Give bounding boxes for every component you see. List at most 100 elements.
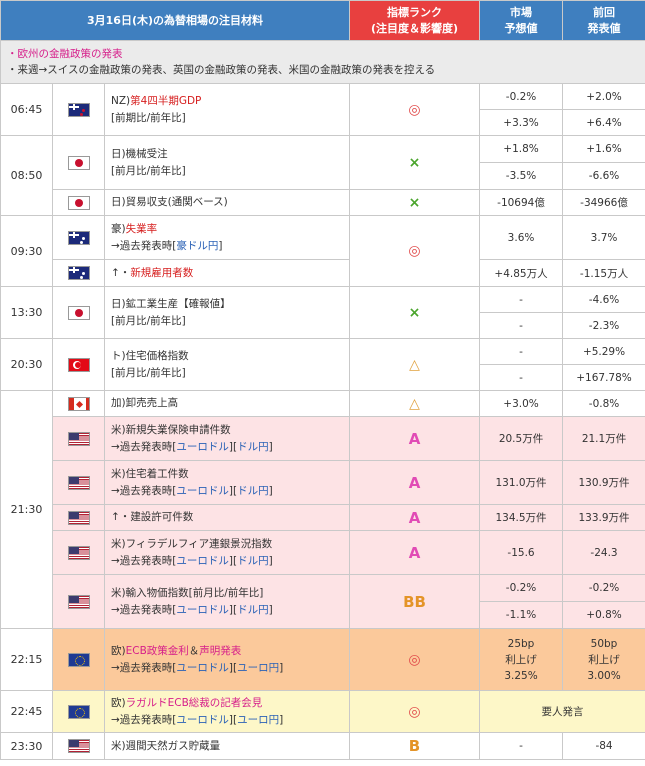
previous-value: 50bp 利上げ 3.00% [562, 628, 645, 691]
event-name: 日)機械受注 [111, 147, 168, 160]
forecast-value: - [479, 312, 564, 339]
past-link-usdjpy[interactable]: ドル円 [237, 485, 269, 497]
rank-mark: A [349, 416, 481, 461]
flag-eu-icon [67, 652, 90, 667]
flag-united-states-icon [67, 431, 90, 446]
rank-mark: BB [349, 574, 481, 629]
past-link-eurjpy[interactable]: ユーロ円 [237, 714, 279, 726]
event-link[interactable]: 失業率 [126, 223, 158, 235]
previous-value: +167.78% [562, 364, 645, 391]
flag-japan-icon [67, 195, 90, 210]
time-0850: 08:50 [0, 135, 53, 216]
header-forecast-line2: 予想値 [504, 21, 538, 35]
flag-cell [52, 135, 105, 190]
rank-mark: ◎ [349, 628, 481, 691]
event-nz-gdp: NZ)第4四半期GDP [前期比/前年比] [103, 83, 351, 136]
event-au-unemployment: 豪)失業率 →過去発表時[豪ドル円] [103, 215, 351, 260]
event-eu-ecb: 欧)ECB政策金利＆声明発表 →過去発表時[ユーロドル][ユーロ円] [103, 628, 351, 691]
rank-mark: × [349, 286, 481, 339]
past-link-usdjpy[interactable]: ドル円 [237, 555, 269, 567]
speech-note: 要人発言 [479, 690, 645, 733]
forecast-value: -1.1% [479, 601, 564, 629]
flag-canada-icon [67, 396, 90, 411]
past-link-eurusd[interactable]: ユーロドル [176, 714, 229, 726]
flag-united-states-icon [67, 594, 90, 609]
flag-cell [52, 574, 105, 629]
past-suffix: ] [218, 239, 223, 252]
event-name: ト)住宅価格指数 [111, 349, 189, 362]
notes-box: ・欧州の金融政策の発表 ・来週→スイスの金融政策の発表、英国の金融政策の発表、米… [0, 40, 645, 84]
past-link-usdjpy[interactable]: ドル円 [237, 441, 269, 453]
forecast-value: +3.0% [479, 390, 564, 417]
past-link-audjpy[interactable]: 豪ドル円 [176, 240, 218, 252]
previous-value: +2.0% [562, 83, 645, 110]
previous-value: -0.2% [562, 574, 645, 602]
flag-cell [52, 530, 105, 575]
event-arrow: ↑・ [111, 511, 131, 523]
forecast-value: - [479, 732, 564, 760]
event-arrow: ↑・ [111, 266, 131, 279]
event-us-gas: 米)週間天然ガス貯蔵量 [103, 732, 351, 760]
forecast-value: 134.5万件 [479, 504, 564, 531]
past-link-eurusd[interactable]: ユーロドル [176, 485, 229, 497]
forecast-line-3: 3.25% [504, 669, 538, 682]
previous-value: -6.6% [562, 162, 645, 190]
flag-australia-icon [67, 266, 90, 280]
forecast-value: +3.3% [479, 109, 564, 136]
event-link[interactable]: ラガルドECB総裁の記者会見 [126, 697, 263, 709]
flag-japan-icon [67, 155, 90, 170]
rank-mark: ◎ [349, 83, 481, 136]
event-ca-wholesale: 加)卸売売上高 [103, 390, 351, 417]
header-forecast: 市場 予想値 [479, 0, 564, 41]
forecast-value: -0.2% [479, 574, 564, 602]
past-prefix: →過去発表時[ [111, 603, 177, 616]
past-link-usdjpy[interactable]: ドル円 [237, 604, 269, 616]
forecast-value: - [479, 286, 564, 313]
flag-cell [52, 628, 105, 691]
past-prefix: →過去発表時[ [111, 713, 177, 726]
past-prefix: →過去発表時[ [111, 239, 177, 252]
flag-new-zealand-icon [67, 102, 90, 117]
rank-mark: ◎ [349, 690, 481, 733]
event-us-philly: 米)フィラデルフィア連銀景況指数 →過去発表時[ユーロドル][ドル円] [103, 530, 351, 575]
previous-value: -1.15万人 [562, 259, 645, 287]
previous-value: -4.6% [562, 286, 645, 313]
header-title: 3月16日(木)の為替相場の注目材料 [0, 0, 351, 41]
past-link-eurusd[interactable]: ユーロドル [176, 441, 229, 453]
time-0645: 06:45 [0, 83, 53, 136]
time-2245: 22:45 [0, 690, 53, 733]
event-name: 日)鉱工業生産【確報値】 [111, 297, 231, 310]
header-previous: 前回 発表値 [562, 0, 645, 41]
event-name: 米)住宅着工件数 [111, 467, 189, 480]
flag-united-states-icon [67, 475, 90, 490]
time-2330: 23:30 [0, 732, 53, 760]
rank-mark: ◎ [349, 215, 481, 287]
event-link[interactable]: 新規雇用者数 [130, 267, 193, 279]
event-link[interactable]: ECB政策金利 [126, 645, 189, 657]
event-us-starts: 米)住宅着工件数 →過去発表時[ユーロドル][ドル円] [103, 460, 351, 505]
previous-value: +6.4% [562, 109, 645, 136]
past-link-eurjpy[interactable]: ユーロ円 [237, 662, 279, 674]
header-rank-line2: (注目度＆影響度) [370, 21, 459, 35]
header-previous-line2: 発表値 [587, 21, 621, 35]
past-link-eurusd[interactable]: ユーロドル [176, 604, 229, 616]
flag-united-states-icon [67, 510, 90, 525]
event-eu-lagarde: 欧)ラガルドECB総裁の記者会見 →過去発表時[ユーロドル][ユーロ円] [103, 690, 351, 733]
forecast-value: -3.5% [479, 162, 564, 190]
event-prefix: 欧) [111, 644, 126, 657]
event-jp-machine: 日)機械受注 [前月比/前年比] [103, 135, 351, 190]
header-forecast-line1: 市場 [510, 5, 533, 19]
event-tr-house: ト)住宅価格指数 [前月比/前年比] [103, 338, 351, 391]
event-au-employment: ↑・新規雇用者数 [103, 259, 351, 287]
event-link[interactable]: 第4四半期GDP [130, 95, 201, 107]
forecast-value: - [479, 364, 564, 391]
event-link[interactable]: 声明発表 [199, 645, 241, 657]
previous-value: +0.8% [562, 601, 645, 629]
past-link-eurusd[interactable]: ユーロドル [176, 662, 229, 674]
header-rank-line1: 指標ランク [387, 5, 443, 19]
forecast-value: -15.6 [479, 530, 564, 575]
past-link-eurusd[interactable]: ユーロドル [176, 555, 229, 567]
event-us-import: 米)輸入物価指数[前月比/前年比] →過去発表時[ユーロドル][ドル円] [103, 574, 351, 629]
rank-mark: △ [349, 338, 481, 391]
previous-value: 130.9万件 [562, 460, 645, 505]
